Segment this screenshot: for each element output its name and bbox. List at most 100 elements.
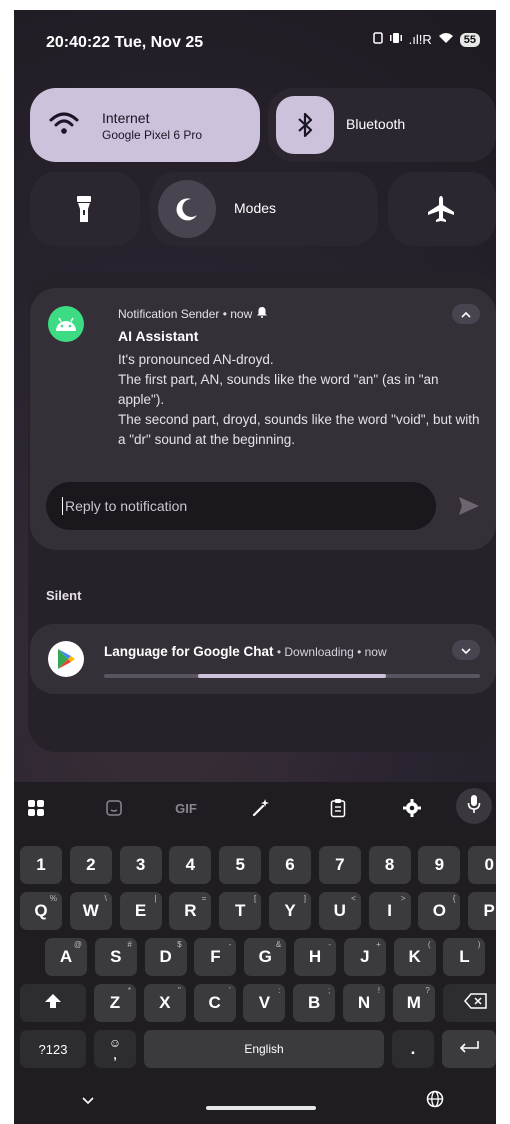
key-i[interactable]: I > bbox=[368, 892, 411, 930]
key-o[interactable]: O{ bbox=[418, 892, 461, 930]
download-progress-bar bbox=[104, 674, 480, 678]
collapse-button[interactable] bbox=[452, 304, 480, 324]
key-g[interactable]: G & bbox=[244, 938, 287, 976]
key-0[interactable]: 0 bbox=[468, 846, 496, 884]
key-u-label: U bbox=[333, 901, 346, 920]
key-w[interactable]: W \ bbox=[69, 892, 112, 930]
key-n[interactable]: N! bbox=[343, 984, 385, 1022]
keyboard-toolbar: GIF bbox=[14, 782, 496, 834]
key-v-label: V bbox=[258, 993, 271, 1012]
key-7-label: 7 bbox=[335, 855, 345, 874]
space-key-label: English bbox=[244, 1042, 284, 1056]
notification-sender: Notification Sender • now bbox=[118, 306, 268, 321]
key-u-hint: < bbox=[351, 894, 356, 903]
backspace-key[interactable] bbox=[442, 984, 496, 1022]
key-p[interactable]: P} bbox=[468, 892, 496, 930]
key-l[interactable]: L) bbox=[443, 938, 486, 976]
send-icon bbox=[458, 497, 480, 520]
key-d[interactable]: D $ bbox=[144, 938, 187, 976]
key-2[interactable]: 2 bbox=[69, 846, 112, 884]
key-r[interactable]: R = bbox=[169, 892, 212, 930]
key-f-hint: - bbox=[228, 940, 232, 949]
enter-key[interactable] bbox=[442, 1030, 496, 1068]
modes-tile[interactable]: Modes bbox=[150, 172, 378, 246]
shift-key[interactable] bbox=[20, 984, 86, 1022]
key-m[interactable]: M? bbox=[392, 984, 435, 1022]
status-time: 20:40:22 bbox=[46, 34, 111, 51]
internet-tile[interactable]: Internet Google Pixel 6 Pro bbox=[30, 88, 260, 162]
language-switch-button[interactable] bbox=[426, 1090, 444, 1113]
key-v[interactable]: V: bbox=[243, 984, 286, 1022]
key-z[interactable]: Z * bbox=[94, 984, 136, 1022]
key-m-hint: ? bbox=[425, 986, 430, 995]
notification-title: AI Assistant bbox=[118, 328, 199, 344]
key-h[interactable]: H- bbox=[294, 938, 336, 976]
sticker-button[interactable] bbox=[100, 794, 128, 822]
text-caret bbox=[62, 497, 63, 515]
key-s-label: S bbox=[110, 947, 122, 966]
wifi-icon bbox=[48, 110, 80, 138]
key-x[interactable]: X " bbox=[143, 984, 186, 1022]
flashlight-tile[interactable] bbox=[30, 172, 140, 246]
notification-body: It's pronounced AN-droyd. The first part… bbox=[118, 350, 488, 450]
key-3[interactable]: 3 bbox=[119, 846, 162, 884]
bluetooth-label: Bluetooth bbox=[346, 116, 406, 132]
key-s[interactable]: S # bbox=[94, 938, 137, 976]
reply-input[interactable]: Reply to notification bbox=[46, 482, 436, 530]
apps-grid-button[interactable] bbox=[22, 794, 50, 822]
key-5[interactable]: 5 bbox=[219, 846, 262, 884]
key-8[interactable]: 8 bbox=[368, 846, 411, 884]
key-1[interactable]: 1 bbox=[20, 846, 62, 884]
key-e[interactable]: E | bbox=[119, 892, 162, 930]
status-icons: .ıl!R 55 bbox=[372, 32, 480, 47]
internet-label: Internet bbox=[102, 110, 150, 126]
keyboard: GIF 1234567890Q%W\E|R=T[Y]U<I>O{P}A@S#D$… bbox=[14, 782, 496, 1124]
key-9[interactable]: 9 bbox=[418, 846, 461, 884]
key-u[interactable]: U < bbox=[318, 892, 361, 930]
key-6[interactable]: 6 bbox=[269, 846, 311, 884]
bell-alert-icon bbox=[256, 307, 268, 321]
space-key[interactable]: English bbox=[144, 1030, 384, 1068]
key-c[interactable]: C ' bbox=[193, 984, 236, 1022]
key-1-label: 1 bbox=[36, 855, 46, 874]
home-gesture-pill[interactable] bbox=[206, 1106, 316, 1110]
key-j[interactable]: J + bbox=[343, 938, 386, 976]
key-b[interactable]: B; bbox=[293, 984, 336, 1022]
key-a[interactable]: A @ bbox=[45, 938, 87, 976]
download-notification[interactable]: Language for Google Chat • Downloading •… bbox=[30, 624, 496, 694]
ai-assistant-notification[interactable]: Notification Sender • now AI Assistant I… bbox=[30, 288, 496, 550]
key-q-label: Q bbox=[34, 901, 48, 920]
key-q[interactable]: Q% bbox=[20, 892, 62, 930]
silent-section-header: Silent bbox=[46, 588, 82, 603]
hide-keyboard-button[interactable] bbox=[82, 1092, 94, 1110]
download-progress-fill bbox=[198, 674, 386, 678]
magic-wand-button[interactable] bbox=[246, 794, 274, 822]
airplane-mode-tile[interactable] bbox=[388, 172, 496, 246]
bluetooth-tile[interactable]: Bluetooth bbox=[268, 88, 496, 162]
key-t[interactable]: T[ bbox=[219, 892, 262, 930]
key-4[interactable]: 4 bbox=[169, 846, 212, 884]
status-bar: 20:40:22 Tue, Nov 25 .ıl!R 55 bbox=[14, 10, 496, 64]
key-d-label: D bbox=[159, 947, 172, 966]
key-y[interactable]: Y] bbox=[269, 892, 311, 930]
key-y-hint: ] bbox=[303, 894, 306, 903]
key-f[interactable]: F- bbox=[194, 938, 237, 976]
key-k[interactable]: K( bbox=[393, 938, 436, 976]
sender-text: Notification Sender • now bbox=[118, 307, 253, 321]
voice-input-button[interactable] bbox=[456, 788, 492, 824]
settings-gear-button[interactable] bbox=[398, 794, 426, 822]
key-7[interactable]: 7 bbox=[318, 846, 361, 884]
expand-button[interactable] bbox=[452, 640, 480, 660]
emoji-comma-key[interactable]: ☺, bbox=[94, 1030, 136, 1068]
key-p-label: P bbox=[483, 901, 495, 920]
emoji-icon: ☺, bbox=[108, 1036, 122, 1062]
key-c-label: C bbox=[208, 993, 221, 1012]
key-9-label: 9 bbox=[434, 855, 445, 874]
period-key[interactable]: . bbox=[392, 1030, 434, 1068]
status-date: Tue, Nov 25 bbox=[114, 34, 204, 51]
internet-network-name: Google Pixel 6 Pro bbox=[102, 128, 203, 142]
symbols-key[interactable]: ?123 bbox=[20, 1030, 86, 1068]
gif-button[interactable]: GIF bbox=[172, 794, 200, 822]
clipboard-button[interactable] bbox=[324, 794, 352, 822]
send-button[interactable] bbox=[458, 496, 480, 521]
